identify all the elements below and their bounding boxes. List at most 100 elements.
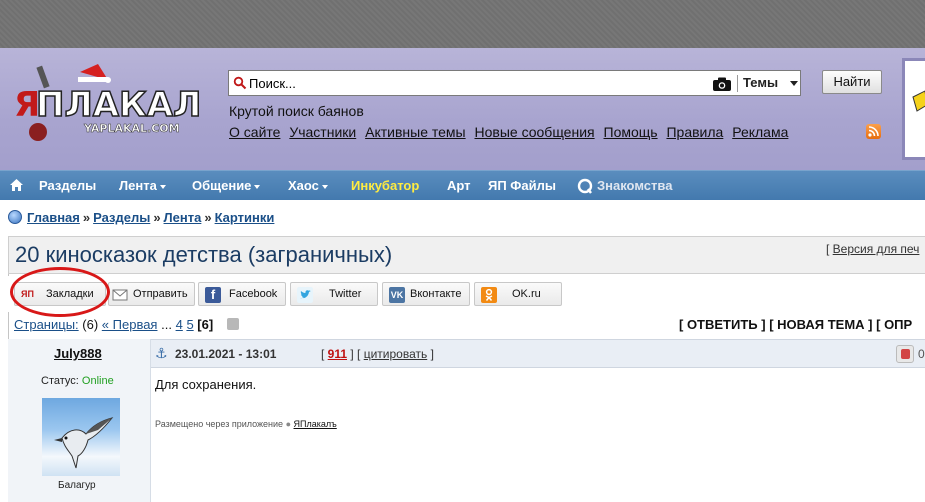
link-help[interactable]: Помощь [604, 124, 658, 140]
send-label: Отправить [133, 288, 188, 300]
breadcrumb: Главная» Разделы» Лента» Картинки [8, 210, 274, 225]
home-icon[interactable] [10, 179, 23, 191]
anchor-icon[interactable]: ⚓ [155, 345, 168, 362]
link-active-topics[interactable]: Активные темы [365, 124, 466, 140]
more-actions-button[interactable]: [ ОПР [876, 317, 912, 332]
twitter-icon [297, 287, 313, 303]
dating-icon [577, 178, 593, 194]
ok-label: OK.ru [512, 288, 541, 300]
send-button[interactable]: Отправить [108, 282, 195, 306]
nav-feed[interactable]: Лента [119, 178, 166, 193]
post-via: Размещено через приложение ● ЯПлакалъ [155, 419, 337, 429]
vote-count: 0 [918, 347, 925, 361]
pages-count: (6) [82, 317, 99, 332]
nav-art[interactable]: Арт [447, 178, 471, 193]
search-button[interactable]: Найти [822, 70, 882, 94]
pages-ellipsis: ... [161, 317, 172, 332]
chevron-down-icon [254, 184, 261, 189]
crumb-pictures[interactable]: Картинки [215, 210, 275, 225]
nav-social[interactable]: Общение [192, 178, 261, 193]
facebook-button[interactable]: f Facebook [198, 282, 286, 306]
post-meta: [ 911 ] [ цитировать ] [321, 347, 434, 361]
crumb-feed[interactable]: Лента [164, 210, 202, 225]
site-logo[interactable]: Я ПЛАКАЛ YAPLAKAL.COM [10, 62, 210, 154]
search-scope-select[interactable]: Темы [743, 75, 778, 90]
nav-chaos-label: Хаос [288, 178, 319, 193]
search-divider [737, 75, 738, 92]
quote-link[interactable]: цитировать [364, 347, 428, 361]
page-current: [6] [197, 317, 214, 332]
print-version: [ Версия для печ [826, 242, 920, 256]
chevron-down-icon [159, 184, 166, 189]
logo-text: ПЛАКАЛ [36, 85, 201, 125]
nav-sections[interactable]: Разделы [39, 178, 96, 193]
browser-top-strip [0, 0, 925, 48]
promo-banner[interactable] [902, 58, 925, 160]
crumb-sections[interactable]: Разделы [93, 210, 150, 225]
envelope-icon [112, 289, 128, 301]
nav-chaos[interactable]: Хаос [288, 178, 328, 193]
status-online: Online [81, 375, 114, 387]
search-input[interactable] [249, 75, 709, 92]
post-number[interactable]: 911 [328, 347, 347, 361]
crumb-separator: » [204, 210, 212, 225]
facebook-icon: f [205, 287, 221, 303]
page-5[interactable]: 5 [186, 317, 193, 332]
avatar[interactable] [42, 398, 120, 476]
pagination: Страницы: (6) « Первая ... 4 5 [6] [14, 317, 239, 332]
facebook-label: Facebook [229, 288, 278, 300]
crumb-home[interactable]: Главная [27, 210, 80, 225]
crumb-separator: » [153, 210, 161, 225]
header-links: О сайте Участники Активные темы Новые со… [229, 124, 793, 140]
highlight-annotation [10, 267, 110, 317]
author-rank: Балагур [58, 480, 96, 491]
twitter-button[interactable]: Twitter [290, 282, 378, 306]
tagline: Крутой поиск баянов [229, 103, 364, 119]
pages-dropdown-icon[interactable] [226, 318, 239, 330]
ok-button[interactable]: OK.ru [474, 282, 562, 306]
search-box: Темы [228, 70, 801, 96]
via-prefix: Размещено через приложение [155, 419, 284, 429]
vk-icon: VK [389, 287, 405, 303]
link-about[interactable]: О сайте [229, 124, 280, 140]
nav-social-label: Общение [192, 178, 252, 193]
page-4[interactable]: 4 [176, 317, 183, 332]
print-version-link[interactable]: Версия для печ [833, 242, 920, 256]
thumb-icon [901, 349, 910, 359]
new-topic-button[interactable]: [ НОВАЯ ТЕМА ] [769, 317, 872, 332]
svg-text:YAPLAKAL.COM: YAPLAKAL.COM [83, 122, 180, 135]
crumb-separator: » [82, 210, 91, 225]
vkontakte-button[interactable]: VK Вконтакте [382, 282, 470, 306]
chevron-down-icon [321, 184, 328, 189]
reply-button[interactable]: [ ОТВЕТИТЬ ] [679, 317, 766, 332]
vkontakte-label: Вконтакте [410, 288, 462, 300]
main-nav: Разделы Лента Общение Хаос Инкубатор Арт… [0, 170, 925, 200]
link-members[interactable]: Участники [289, 124, 356, 140]
camera-icon[interactable] [712, 76, 732, 92]
apple-icon: ● [285, 419, 291, 429]
rss-icon[interactable] [866, 124, 881, 139]
ok-icon [481, 287, 497, 303]
pages-label[interactable]: Страницы: [14, 317, 79, 332]
link-new-posts[interactable]: Новые сообщения [475, 124, 595, 140]
via-app-link[interactable]: ЯПлакалъ [294, 419, 337, 429]
chevron-down-icon [790, 81, 798, 86]
nav-dating[interactable]: Знакомства [597, 178, 672, 193]
link-ads[interactable]: Реклама [732, 124, 788, 140]
nav-feed-label: Лента [119, 178, 157, 193]
vote-icon[interactable] [896, 345, 914, 363]
topic-title: 20 киносказок детства (заграничных) [15, 242, 393, 267]
link-rules[interactable]: Правила [666, 124, 723, 140]
page-first[interactable]: « Первая [102, 317, 158, 332]
nav-incubator[interactable]: Инкубатор [351, 178, 419, 193]
author-status: Статус: Online [41, 375, 114, 387]
topic-actions: [ ОТВЕТИТЬ ] [ НОВАЯ ТЕМА ] [ ОПР [679, 317, 912, 332]
status-label: Статус: [41, 375, 79, 387]
search-icon [233, 76, 247, 90]
post-date: 23.01.2021 - 13:01 [175, 347, 277, 361]
forum-icon [8, 210, 22, 224]
post-author[interactable]: July888 [54, 346, 102, 361]
post-body: Для сохранения. [155, 377, 257, 392]
twitter-label: Twitter [329, 288, 362, 300]
nav-files[interactable]: ЯП Файлы [488, 178, 556, 193]
